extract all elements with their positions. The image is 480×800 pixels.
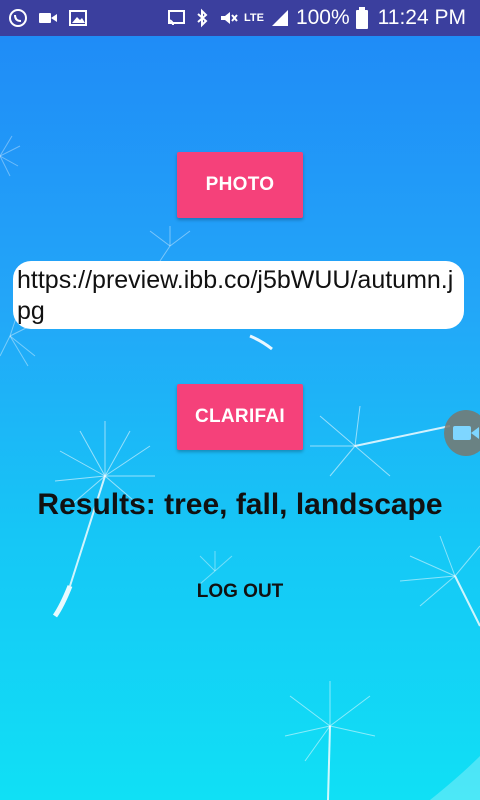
results-text: Results: tree, fall, landscape (37, 488, 443, 521)
lte-icon: LTE (243, 11, 264, 24)
image-icon (69, 10, 87, 26)
main-screen: PHOTO https://preview.ibb.co/j5bWUU/autu… (0, 36, 480, 800)
clock: 11:24 PM (377, 6, 466, 29)
mute-icon (220, 12, 238, 24)
clarifai-button[interactable]: CLARIFAI (177, 384, 303, 450)
viber-icon (9, 9, 27, 27)
video-icon (39, 13, 57, 23)
status-bar: LTE 100% 11:24 PM (0, 0, 480, 36)
signal-icon (271, 10, 288, 26)
battery-percent: 100% (295, 6, 350, 29)
logout-button[interactable]: LOG OUT (190, 576, 290, 608)
photo-button[interactable]: PHOTO (177, 152, 303, 218)
bluetooth-icon (197, 8, 208, 28)
battery-icon (355, 7, 368, 29)
image-url-field[interactable]: https://preview.ibb.co/j5bWUU/autumn.jpg (13, 261, 464, 329)
floating-video-button[interactable] (444, 410, 480, 456)
notification-icons (8, 0, 88, 36)
cast-icon (167, 10, 185, 26)
system-icons: LTE 100% 11:24 PM (166, 0, 466, 36)
video-camera-icon (453, 426, 479, 440)
